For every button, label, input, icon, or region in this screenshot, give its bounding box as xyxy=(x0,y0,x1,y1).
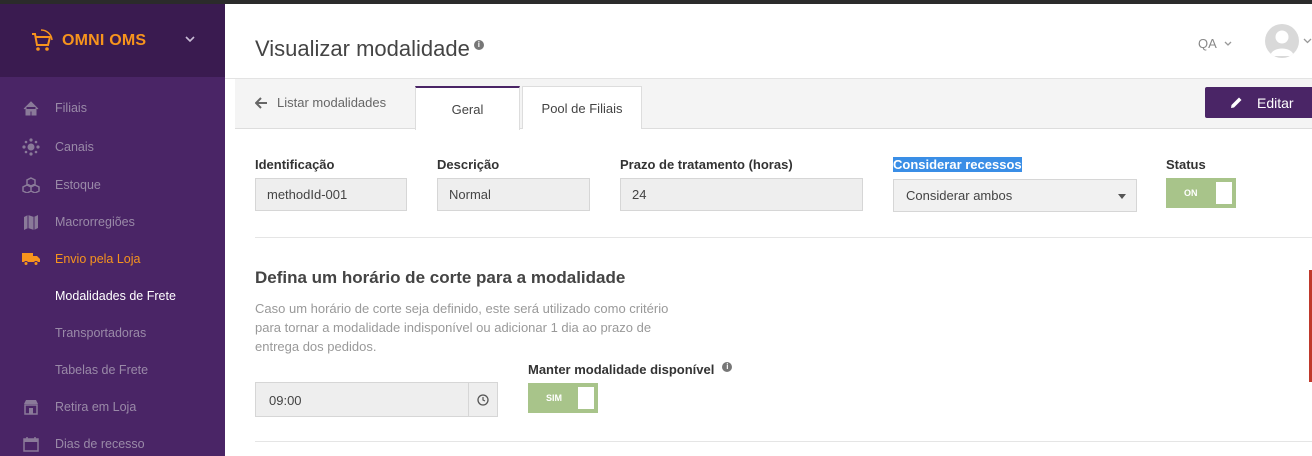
sidebar: OMNI OMS Filiais Canais Estoque Macrorre… xyxy=(0,4,225,456)
info-icon[interactable]: i xyxy=(473,40,484,50)
recessos-label: Considerar recessos xyxy=(893,157,1022,172)
map-icon xyxy=(22,213,40,231)
toggle-knob xyxy=(578,387,594,409)
brand-name: OMNI OMS xyxy=(62,31,147,49)
back-to-list-link[interactable]: Listar modalidades xyxy=(255,95,386,110)
keep-available-toggle[interactable]: SIM xyxy=(528,383,598,413)
clock-icon[interactable] xyxy=(468,383,497,416)
chevron-down-icon xyxy=(1224,41,1232,46)
sidebar-item-canais[interactable]: Canais xyxy=(0,129,225,165)
identificacao-field[interactable]: methodId-001 xyxy=(255,178,407,211)
prazo-label: Prazo de tratamento (horas) xyxy=(620,157,793,172)
sidebar-item-label: Envio pela Loja xyxy=(55,252,141,266)
section-divider xyxy=(255,237,1312,238)
toggle-text: SIM xyxy=(546,393,563,403)
identificacao-value: methodId-001 xyxy=(267,187,348,202)
sidebar-item-retira-em-loja[interactable]: Retira em Loja xyxy=(0,389,225,425)
sidebar-subitem-label: Modalidades de Frete xyxy=(55,289,176,303)
recessos-select[interactable]: Considerar ambos xyxy=(893,179,1137,212)
descricao-field[interactable]: Normal xyxy=(437,178,590,211)
sidebar-subitem-modalidades-de-frete[interactable]: Modalidades de Frete xyxy=(0,278,225,314)
tab-geral[interactable]: Geral xyxy=(415,86,520,130)
chevron-down-icon[interactable] xyxy=(183,32,197,46)
pencil-icon xyxy=(1231,97,1242,108)
info-icon[interactable]: i xyxy=(722,362,733,372)
section-divider xyxy=(255,441,1312,442)
environment-selector[interactable]: QA xyxy=(1198,36,1233,51)
status-toggle[interactable]: ON xyxy=(1166,178,1236,208)
sidebar-subitem-transportadoras[interactable]: Transportadoras xyxy=(0,315,225,351)
channels-icon xyxy=(22,138,40,156)
caret-down-icon xyxy=(1118,194,1126,199)
sidebar-item-envio-pela-loja[interactable]: Envio pela Loja xyxy=(0,241,225,277)
cubes-icon xyxy=(22,176,40,194)
truck-icon xyxy=(22,250,40,268)
environment-label: QA xyxy=(1198,36,1217,51)
tab-bar xyxy=(235,79,1312,129)
keep-available-label: Manter modalidade disponível i xyxy=(528,362,733,377)
sidebar-item-label: Retira em Loja xyxy=(55,400,137,414)
cutoff-section-title: Defina um horário de corte para a modali… xyxy=(255,268,626,287)
descricao-value: Normal xyxy=(449,187,491,202)
brand-header[interactable]: OMNI OMS xyxy=(0,4,225,77)
arrow-left-icon xyxy=(255,96,267,109)
sidebar-item-estoque[interactable]: Estoque xyxy=(0,167,225,203)
descricao-label: Descrição xyxy=(437,157,500,172)
tab-label: Geral xyxy=(451,101,484,117)
sidebar-item-macrorregioes[interactable]: Macrorregiões xyxy=(0,204,225,240)
avatar[interactable] xyxy=(1265,24,1299,58)
home-icon xyxy=(22,99,40,117)
tab-pool-de-filiais[interactable]: Pool de Filiais xyxy=(522,86,642,129)
sidebar-subitem-tabelas-de-frete[interactable]: Tabelas de Frete xyxy=(0,352,225,388)
cutoff-description: Caso um horário de corte seja definido, … xyxy=(255,301,669,354)
sidebar-subitem-label: Transportadoras xyxy=(55,326,147,340)
cutoff-time-value: 09:00 xyxy=(269,393,302,408)
edit-button-label: Editar xyxy=(1257,94,1294,111)
page-title-text: Visualizar modalidade xyxy=(255,36,470,61)
page-title: Visualizar modalidade i xyxy=(255,36,484,62)
back-link-label: Listar modalidades xyxy=(277,95,387,110)
prazo-field[interactable]: 24 xyxy=(620,178,863,211)
sidebar-item-label: Dias de recesso xyxy=(55,437,145,451)
sidebar-item-label: Estoque xyxy=(55,178,101,192)
calendar-icon xyxy=(22,435,40,453)
prazo-value: 24 xyxy=(632,187,647,202)
cutoff-time-field[interactable]: 09:00 xyxy=(255,382,498,417)
sidebar-subitem-label: Tabelas de Frete xyxy=(55,363,149,377)
tab-label: Pool de Filiais xyxy=(541,100,623,116)
sidebar-item-label: Macrorregiões xyxy=(55,215,135,229)
toggle-text: ON xyxy=(1184,188,1198,198)
edit-button[interactable]: Editar xyxy=(1205,87,1312,118)
identificacao-label: Identificação xyxy=(255,157,335,172)
sidebar-item-dias-de-recesso[interactable]: Dias de recesso xyxy=(0,426,225,456)
chevron-down-icon[interactable] xyxy=(1303,37,1312,45)
cart-logo-icon xyxy=(32,28,53,51)
toggle-knob xyxy=(1216,182,1232,204)
store-icon xyxy=(22,398,40,416)
user-icon xyxy=(1270,30,1294,56)
sidebar-item-label: Canais xyxy=(55,140,94,154)
status-label: Status xyxy=(1166,157,1206,172)
sidebar-item-filiais[interactable]: Filiais xyxy=(0,90,225,126)
sidebar-item-label: Filiais xyxy=(55,101,87,115)
recessos-value: Considerar ambos xyxy=(906,188,1013,203)
keep-available-label-text: Manter modalidade disponível xyxy=(528,362,715,377)
